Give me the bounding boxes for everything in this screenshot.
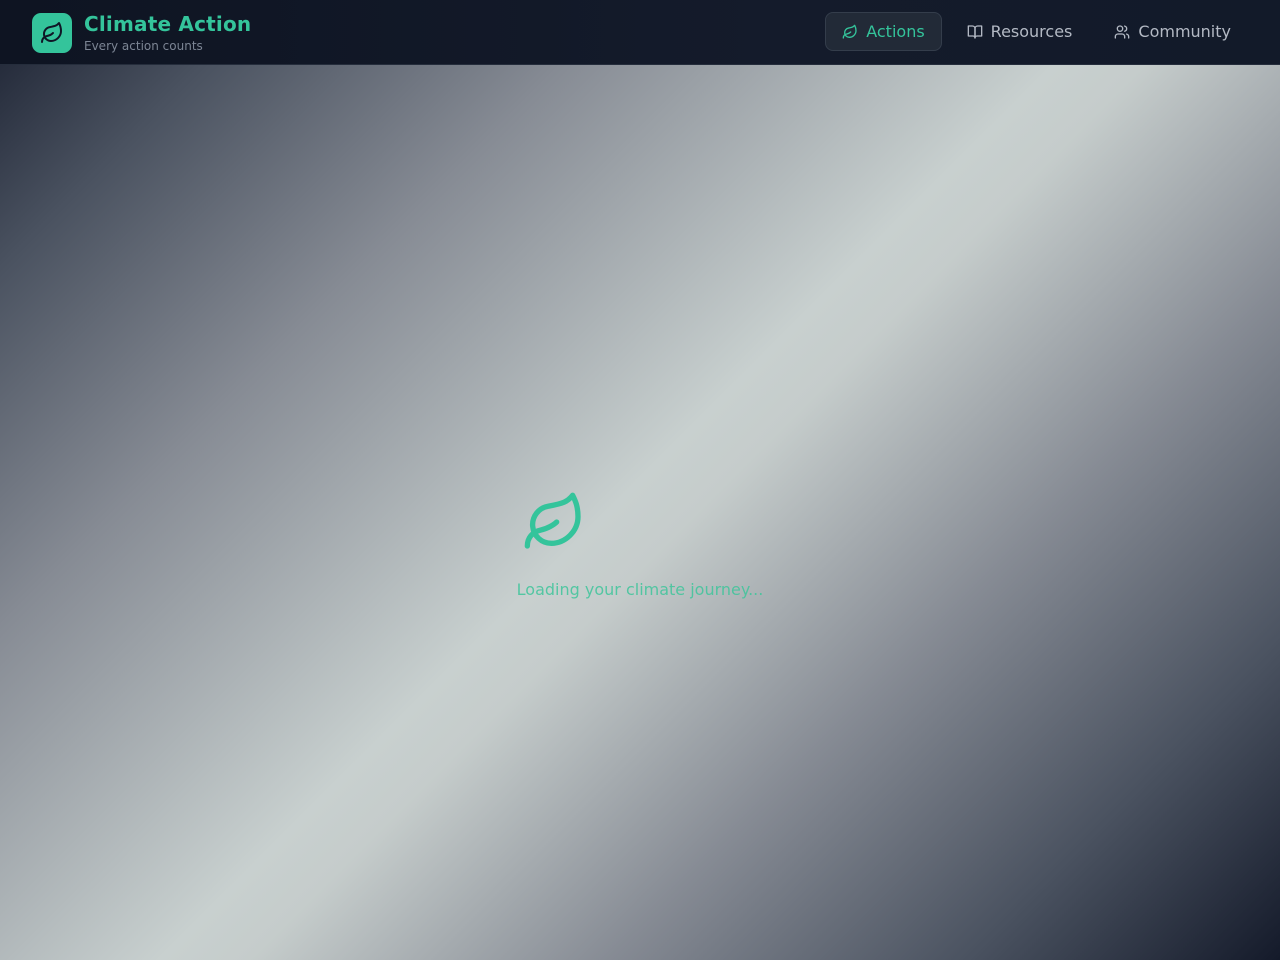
leaf-icon — [842, 24, 858, 40]
top-bar: Climate Action Every action counts Actio… — [0, 0, 1280, 65]
loading-text: Loading your climate journey... — [516, 580, 764, 599]
nav-item-resources[interactable]: Resources — [950, 12, 1090, 51]
leaf-icon — [522, 490, 586, 558]
app-title: Climate Action — [84, 12, 252, 36]
nav-item-community[interactable]: Community — [1097, 12, 1248, 51]
loading-screen: Loading your climate journey... — [0, 490, 1280, 599]
app-subtitle: Every action counts — [84, 39, 203, 53]
book-open-icon — [967, 24, 983, 40]
loading-icon-row — [520, 490, 760, 558]
brand[interactable]: Climate Action Every action counts — [32, 12, 251, 54]
leaf-icon — [32, 13, 72, 53]
nav-item-label: Actions — [866, 22, 925, 41]
main-nav: Actions Resources Community — [817, 12, 1248, 51]
nav-item-label: Resources — [990, 22, 1073, 41]
nav-item-label: Community — [1138, 22, 1231, 41]
brand-text: Climate Action Every action counts — [84, 12, 251, 54]
nav-item-actions[interactable]: Actions — [825, 12, 942, 51]
users-icon — [1114, 24, 1130, 40]
